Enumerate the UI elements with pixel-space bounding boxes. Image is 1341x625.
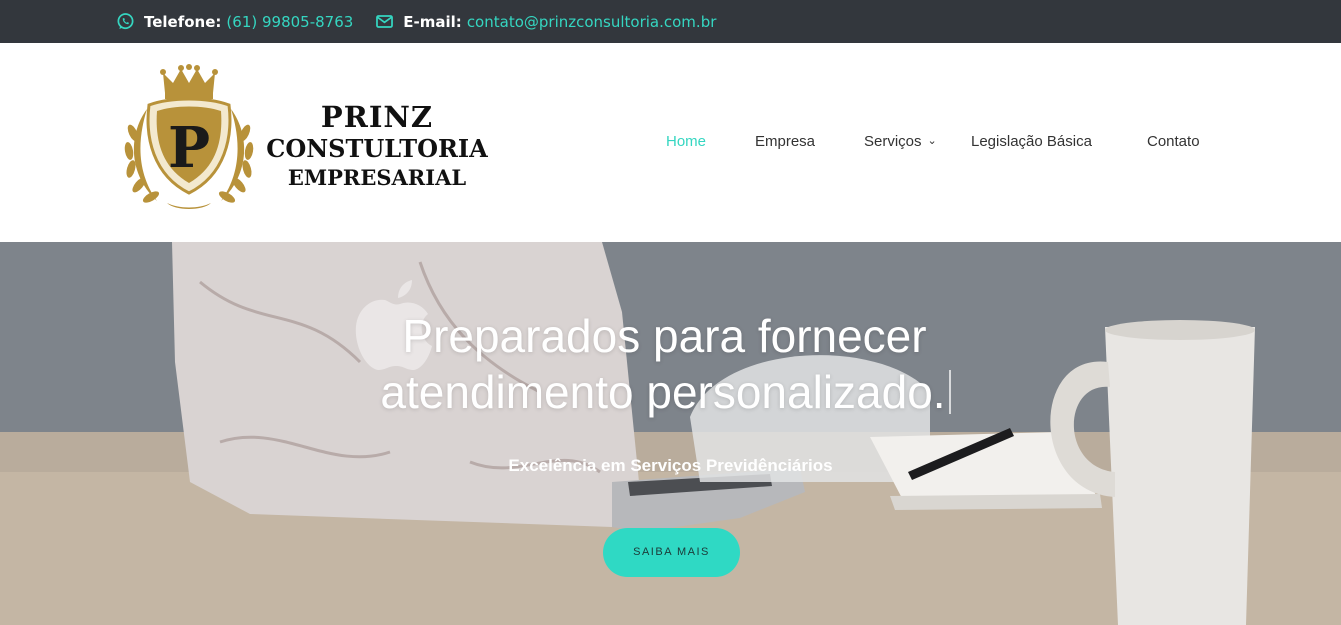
top-contact-bar: Telefone: (61) 99805-8763 E-mail: contat… [0, 0, 1341, 43]
hero-title: Preparados para fornecer atendimento per… [0, 308, 1341, 420]
logo-line-3: EMPRESARIAL [287, 165, 467, 191]
nav-legislacao-basica[interactable]: Legislação Básica [971, 133, 1092, 150]
typing-cursor [948, 370, 951, 414]
hero-title-line-2-text: atendimento personalizado. [380, 366, 946, 418]
phone-contact[interactable]: Telefone: (61) 99805-8763 [116, 12, 353, 31]
nav-servicos-label: Serviços [864, 133, 922, 150]
hero-banner: Preparados para fornecer atendimento per… [0, 242, 1341, 625]
main-navigation: Home Empresa Serviços ⌄ Legislação Básica… [0, 133, 1341, 157]
phone-label: Telefone: [144, 12, 222, 31]
nav-servicos[interactable]: Serviços ⌄ [864, 133, 937, 150]
whatsapp-icon [116, 12, 135, 31]
hero-subtitle: Excelência em Serviços Previdênciários [508, 456, 833, 475]
nav-empresa[interactable]: Empresa [755, 133, 815, 150]
logo-line-1: PRINZ [320, 100, 434, 134]
hero-title-line-1: Preparados para fornecer [402, 310, 927, 362]
hero-title-line-2: atendimento personalizado. [0, 364, 1341, 420]
saiba-mais-button[interactable]: SAIBA MAIS [603, 528, 740, 577]
chevron-down-icon: ⌄ [927, 135, 937, 147]
email-label: E-mail: [403, 12, 462, 31]
site-header: P PRINZ CONSTULTORIA EMPRESARIAL Home Em… [0, 43, 1341, 242]
phone-number[interactable]: (61) 99805-8763 [226, 13, 353, 31]
email-contact[interactable]: E-mail: contato@prinzconsultoria.com.br [375, 12, 716, 31]
email-address[interactable]: contato@prinzconsultoria.com.br [467, 13, 717, 31]
nav-home[interactable]: Home [666, 133, 706, 150]
nav-contato[interactable]: Contato [1147, 133, 1200, 150]
envelope-icon [375, 12, 394, 31]
